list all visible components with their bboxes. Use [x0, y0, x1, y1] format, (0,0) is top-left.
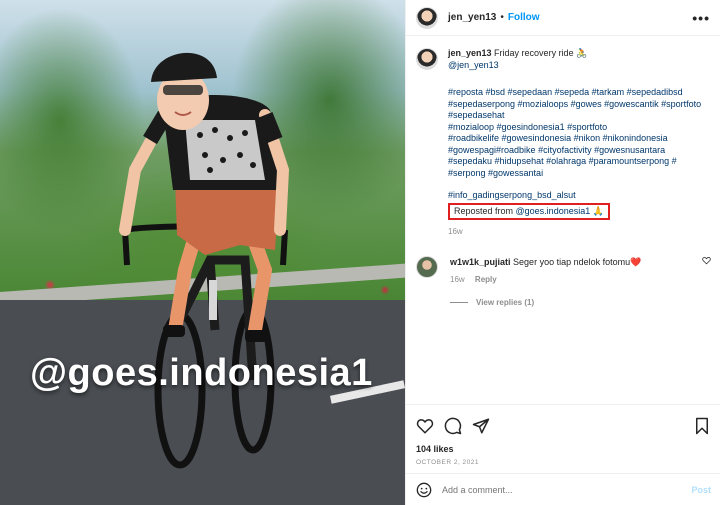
replies-divider-line	[450, 301, 468, 303]
author-avatar[interactable]	[416, 6, 438, 29]
hashtag-block: #reposta #bsd #sepedaan #sepeda #tarkam …	[448, 87, 708, 202]
repost-prefix: Reposted from	[454, 205, 516, 216]
hashtag-line[interactable]: #serpong #gowessantai	[448, 168, 708, 180]
author-username[interactable]: jen_yen13	[448, 12, 496, 23]
heart-icon[interactable]	[416, 417, 434, 435]
commenter-username[interactable]: w1w1k_pujiati	[450, 257, 511, 267]
post-side-panel: jen_yen13 • Follow ••• jen_yen13 Friday …	[405, 0, 720, 505]
view-replies-label[interactable]: View replies (1)	[476, 298, 534, 307]
emoji-icon[interactable]	[416, 482, 432, 498]
hashtag-line[interactable]: #gowespagi#roadbike #cityofactivity #gow…	[448, 145, 708, 157]
comment-input[interactable]	[442, 484, 692, 495]
comment-age: 16w	[450, 274, 465, 284]
photo-watermark: @goes.indonesia1	[30, 352, 373, 394]
comment-icon[interactable]	[444, 417, 462, 435]
post-comment-button[interactable]: Post	[691, 485, 711, 495]
repost-handle[interactable]: @goes.indonesia1	[516, 206, 591, 216]
hashtag-line[interactable]: #sepedasehat	[448, 110, 708, 122]
comments-section: jen_yen13 Friday recovery ride 🚴 @jen_ye…	[406, 36, 720, 404]
separator-dot: •	[500, 12, 504, 23]
share-icon[interactable]	[472, 417, 490, 435]
comment-body: w1w1k_pujiati Seger yoo tiap ndelok foto…	[450, 256, 694, 286]
add-comment-bar: Post	[406, 473, 720, 505]
hashtag-line[interactable]: #mozialoop #goesindonesia1 #sportfoto	[448, 122, 708, 134]
post-date: OCTOBER 2, 2021	[416, 459, 480, 466]
hashtag-line[interactable]: #sepedaserpong #mozialoops #gowes #gowes…	[448, 99, 708, 111]
hashtag-tail[interactable]: #info_gadingserpong_bsd_alsut	[448, 190, 708, 202]
follow-button[interactable]: Follow	[508, 12, 540, 23]
post-photo[interactable]: @goes.indonesia1	[0, 0, 405, 505]
action-bar	[416, 411, 711, 441]
repost-emoji: 🙏	[592, 205, 604, 216]
repost-highlight-box: Reposted from @goes.indonesia1 🙏	[448, 202, 610, 220]
post-actions: 104 likes OCTOBER 2, 2021	[406, 404, 720, 466]
comment-text: Seger yoo tiap ndelok fotomu❤️	[513, 256, 642, 267]
likes-count[interactable]: 104 likes	[416, 444, 711, 454]
post-caption: jen_yen13 Friday recovery ride 🚴 @jen_ye…	[416, 48, 711, 238]
hashtag-line[interactable]: #roadbikelife #gowesindonesia #nikon #ni…	[448, 133, 708, 145]
caption-body: jen_yen13 Friday recovery ride 🚴 @jen_ye…	[448, 48, 708, 238]
cyclist-illustration	[119, 52, 290, 469]
comment-item: w1w1k_pujiati Seger yoo tiap ndelok foto…	[416, 255, 711, 286]
caption-handle[interactable]: @jen_yen13	[448, 60, 708, 72]
hashtag-line[interactable]: #reposta #bsd #sepedaan #sepeda #tarkam …	[448, 87, 708, 99]
caption-username[interactable]: jen_yen13	[448, 48, 492, 58]
view-replies-button[interactable]: View replies (1)	[450, 298, 711, 307]
small-heart-icon[interactable]	[702, 256, 711, 265]
reply-button[interactable]: Reply	[475, 275, 497, 284]
comment-meta: 16w Reply	[450, 274, 694, 286]
caption-age: 16w	[448, 227, 463, 236]
commenter-avatar[interactable]	[416, 255, 438, 278]
caption-avatar[interactable]	[416, 48, 438, 70]
save-icon[interactable]	[693, 417, 711, 435]
more-icon[interactable]: •••	[692, 10, 710, 26]
caption-text: Friday recovery ride 🚴	[494, 48, 588, 58]
instagram-post-view: @goes.indonesia1 jen_yen13 • Follow ••• …	[0, 0, 720, 505]
post-header: jen_yen13 • Follow •••	[406, 0, 720, 36]
hashtag-line[interactable]: #sepedaku #hidupsehat #olahraga #paramou…	[448, 156, 708, 168]
